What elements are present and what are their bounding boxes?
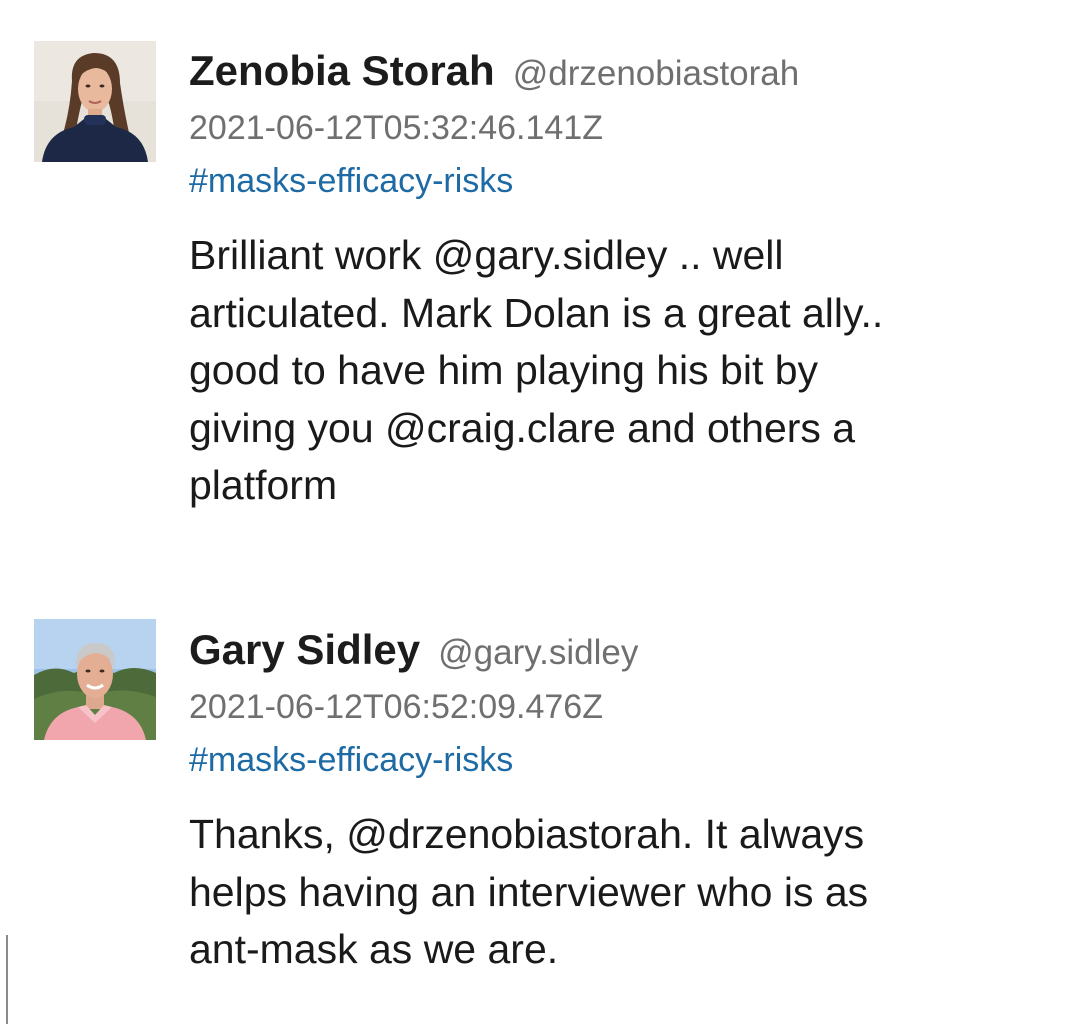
message-line: articulated. Mark Dolan is a great ally.… [189, 289, 884, 336]
author-name[interactable]: Gary Sidley [189, 626, 420, 673]
message-body: Thanks, @drzenobiastorah. It always help… [189, 806, 1009, 979]
message-line: good to have him playing his bit by [189, 347, 819, 393]
message-line: Thanks, @drzenobiastorah. It always [189, 811, 865, 857]
message-line: helps having an interviewer who is as [189, 868, 869, 915]
channel-link[interactable]: #masks-efficacy-risks [189, 734, 1029, 786]
message-line: ant-mask as we are. [189, 926, 559, 972]
message-line: giving you @craig.clare and others a [189, 404, 856, 451]
avatar[interactable] [34, 619, 156, 740]
post-content: Zenobia Storah @drzenobiastorah 2021-06-1… [189, 41, 1029, 515]
message-line: platform [189, 462, 338, 508]
avatar[interactable] [34, 41, 156, 162]
message-body: Brilliant work @gary.sidley .. well arti… [189, 227, 1009, 515]
author-line: Zenobia Storah @drzenobiastorah [189, 41, 1029, 101]
author-handle[interactable]: @drzenobiastorah [513, 54, 800, 93]
post-timestamp[interactable]: 2021-06-12T06:52:09.476Z [189, 680, 1029, 734]
scrollbar-edge [6, 935, 8, 1024]
author-line: Gary Sidley @gary.sidley [189, 620, 1029, 680]
post-timestamp[interactable]: 2021-06-12T05:32:46.141Z [189, 101, 1029, 155]
author-name[interactable]: Zenobia Storah [189, 47, 495, 94]
author-handle[interactable]: @gary.sidley [438, 633, 638, 672]
channel-link[interactable]: #masks-efficacy-risks [189, 155, 1029, 207]
message-line: Brilliant work @gary.sidley .. well [189, 232, 784, 278]
post-content: Gary Sidley @gary.sidley 2021-06-12T06:52… [189, 620, 1029, 979]
